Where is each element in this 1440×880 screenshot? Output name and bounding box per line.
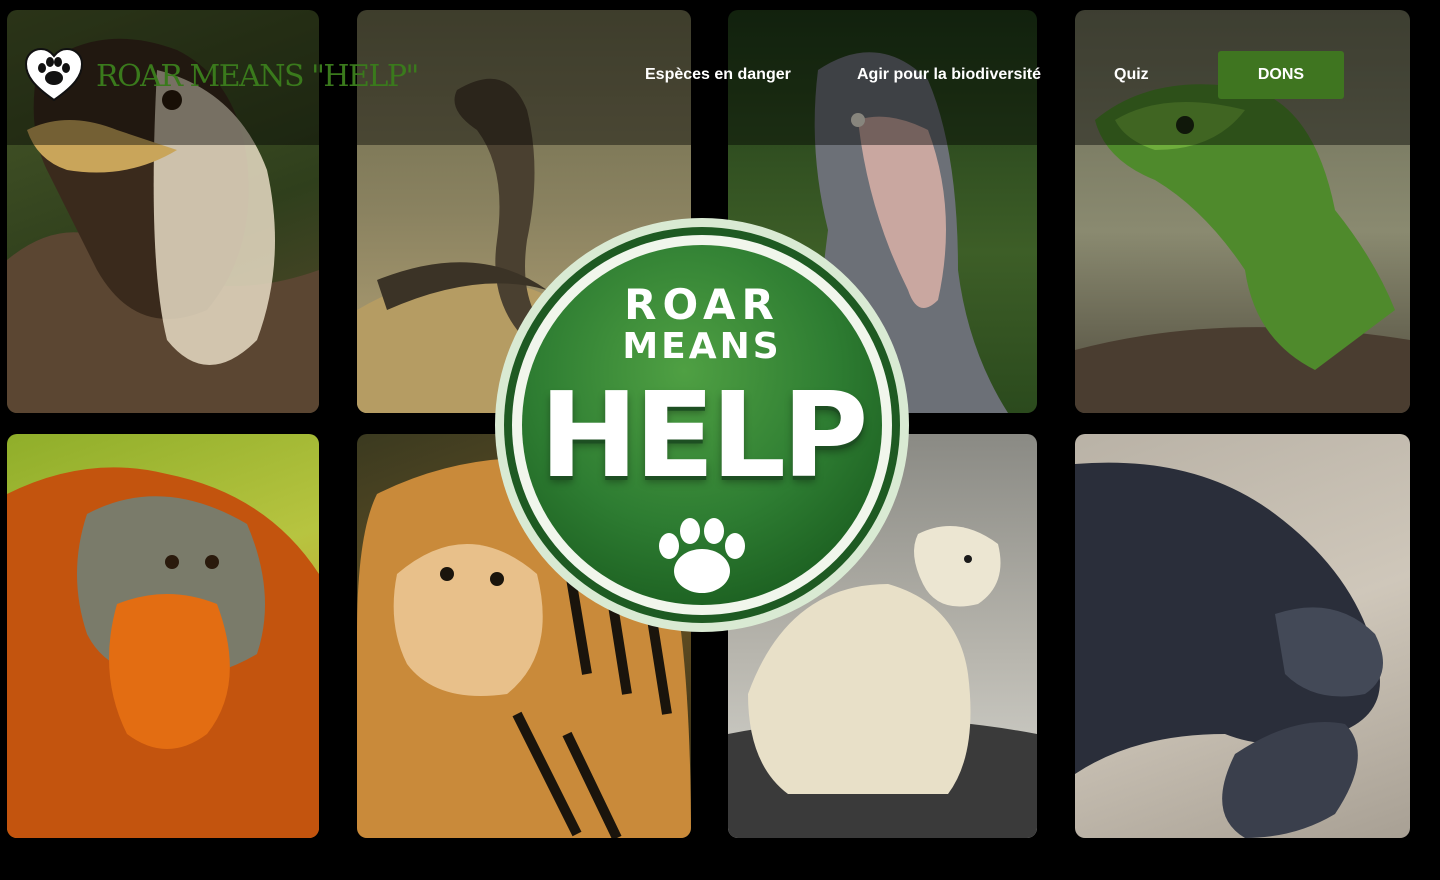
badge-help-text: HELP [539, 366, 868, 504]
roar-means-help-badge: ROAR MEANS HELP [493, 216, 911, 634]
brand[interactable]: ROAR MEANS "HELP" [24, 46, 419, 106]
paw-heart-icon [24, 47, 84, 102]
nav-endangered-species[interactable]: Espèces en danger [645, 66, 791, 84]
nav-quiz[interactable]: Quiz [1114, 66, 1149, 84]
nav-act-for-biodiversity[interactable]: Agir pour la biodiversité [857, 66, 1041, 84]
site-header: ROAR MEANS "HELP" Espèces en danger Agir… [0, 10, 1440, 145]
photo-orangutan [7, 434, 319, 838]
donate-button[interactable]: DONS [1218, 51, 1344, 99]
photo-leatherback-turtle [1075, 434, 1410, 838]
badge-means-text: MEANS [622, 326, 782, 367]
brand-name: ROAR MEANS "HELP" [96, 58, 419, 94]
badge-roar-text: ROAR [624, 280, 780, 329]
